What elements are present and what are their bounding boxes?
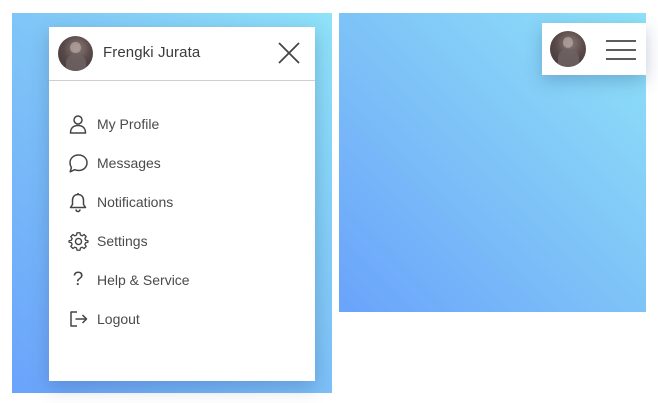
menu-item-my-profile[interactable]: My Profile <box>49 113 315 152</box>
menu-item-settings[interactable]: Settings <box>49 230 315 269</box>
avatar[interactable] <box>550 31 586 67</box>
menu-closed-preview <box>339 13 646 312</box>
menu-item-label: Messages <box>97 155 161 171</box>
menu-list: My Profile Messages Notifications Settin… <box>49 113 315 347</box>
avatar[interactable] <box>58 36 93 71</box>
user-menu-panel: Frengki Jurata My Profile Messages Notif… <box>49 27 315 381</box>
close-icon <box>278 42 300 64</box>
menu-item-help-service[interactable]: ? Help & Service <box>49 269 315 308</box>
user-icon <box>67 113 89 135</box>
menu-item-label: Settings <box>97 233 148 249</box>
user-topbar <box>542 23 646 75</box>
menu-header: Frengki Jurata <box>49 27 315 81</box>
menu-item-label: Notifications <box>97 194 174 210</box>
question-mark-icon: ? <box>72 269 84 290</box>
close-button[interactable] <box>277 41 301 65</box>
menu-item-label: My Profile <box>97 116 160 132</box>
menu-item-logout[interactable]: Logout <box>49 308 315 347</box>
chat-bubble-icon <box>67 152 89 174</box>
menu-toggle-button[interactable] <box>606 39 636 61</box>
logout-icon <box>67 308 89 330</box>
user-name: Frengki Jurata <box>103 44 201 61</box>
gear-icon <box>67 230 89 252</box>
bell-icon <box>67 191 89 213</box>
menu-item-notifications[interactable]: Notifications <box>49 191 315 230</box>
menu-item-messages[interactable]: Messages <box>49 152 315 191</box>
menu-open-preview: Frengki Jurata My Profile Messages Notif… <box>12 13 332 393</box>
hamburger-icon <box>606 40 636 60</box>
menu-item-label: Help & Service <box>97 272 190 288</box>
menu-item-label: Logout <box>97 311 140 327</box>
